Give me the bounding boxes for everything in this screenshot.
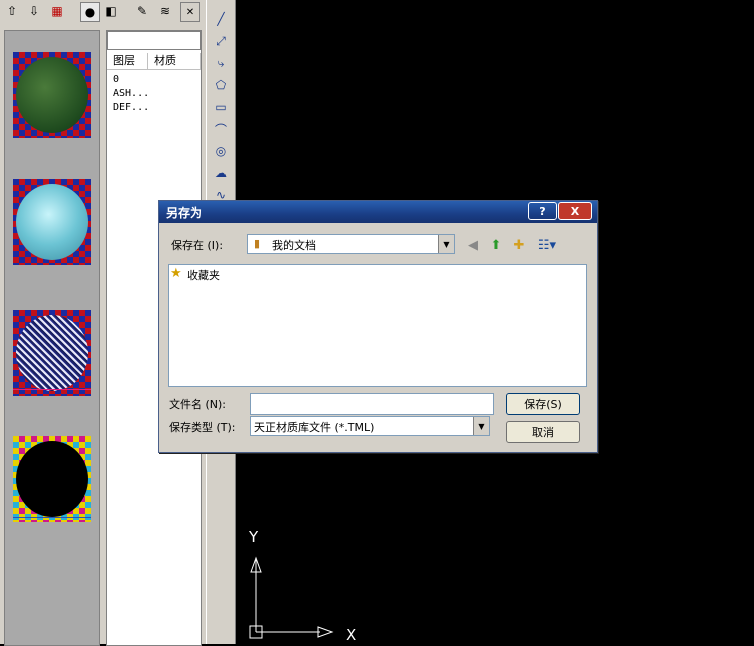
chevron-down-icon[interactable]: ▼ bbox=[473, 417, 489, 435]
column-header-material[interactable]: 材质 bbox=[148, 53, 201, 70]
pattern-sphere bbox=[16, 315, 88, 391]
filetype-dropdown[interactable]: 天正材质库文件 (*.TML) ▼ bbox=[250, 416, 490, 436]
list-item[interactable]: 0 bbox=[113, 73, 119, 87]
help-button[interactable]: ? bbox=[528, 202, 557, 220]
axis-x-label: X bbox=[346, 626, 357, 644]
eyedropper-icon[interactable]: ✎ bbox=[133, 2, 151, 20]
save-as-dialog: 另存为 ? X 保存在 (I): ▮ 我的文档 ▼ ◀ ⬆ ✚ ☷▾ ★ 收藏夹… bbox=[158, 200, 598, 453]
circle-icon[interactable]: ◎ bbox=[212, 142, 230, 160]
dialog-titlebar[interactable]: 另存为 ? X bbox=[159, 201, 597, 223]
list-item[interactable]: DEF... bbox=[113, 101, 149, 115]
polygon-icon[interactable]: ⬠ bbox=[212, 76, 230, 94]
separator bbox=[13, 389, 91, 390]
file-name: 收藏夹 bbox=[187, 269, 220, 282]
favorites-star-icon: ★ bbox=[170, 266, 182, 281]
back-icon[interactable]: ◀ bbox=[464, 236, 482, 254]
dialog-title: 另存为 bbox=[166, 206, 203, 220]
material-thumb-water[interactable] bbox=[13, 179, 91, 265]
chevron-down-icon[interactable]: ▼ bbox=[438, 235, 454, 253]
grass-sphere bbox=[16, 57, 88, 133]
filetype-label: 保存类型 (T): bbox=[169, 421, 236, 434]
new-folder-icon[interactable]: ✚ bbox=[510, 236, 528, 254]
material-thumb-pattern[interactable] bbox=[13, 310, 91, 396]
filetype-value: 天正材质库文件 (*.TML) bbox=[254, 421, 375, 434]
save-button[interactable]: 保存(S) bbox=[506, 393, 580, 415]
save-in-label: 保存在 (I): bbox=[171, 239, 224, 252]
black-sphere bbox=[16, 441, 88, 517]
filename-input[interactable] bbox=[250, 393, 494, 415]
water-sphere bbox=[16, 184, 88, 260]
cube-icon[interactable]: ◧ bbox=[102, 2, 120, 20]
material-preview-list bbox=[4, 30, 100, 646]
material-toolbar: ⇧ ⇩ ▦ ● ◧ ✎ ≋ ✕ bbox=[0, 0, 206, 22]
arc-icon[interactable]: ⌒ bbox=[212, 120, 230, 138]
line-icon[interactable]: ╱ bbox=[212, 10, 230, 28]
up-folder-icon[interactable]: ⬆ bbox=[487, 236, 505, 254]
axis-y-label: Y bbox=[249, 528, 259, 546]
separator bbox=[13, 517, 91, 518]
close-icon[interactable]: ✕ bbox=[180, 2, 200, 22]
sphere-icon[interactable]: ● bbox=[80, 2, 100, 22]
file-list[interactable]: ★ 收藏夹 bbox=[168, 264, 587, 387]
list-item[interactable]: ASH... bbox=[113, 87, 149, 101]
filename-label: 文件名 (N): bbox=[169, 398, 227, 411]
save-in-dropdown[interactable]: ▮ 我的文档 ▼ bbox=[247, 234, 455, 254]
save-in-value: 我的文档 bbox=[272, 239, 316, 252]
column-header-layer[interactable]: 图层 bbox=[107, 53, 148, 70]
layers-icon[interactable]: ≋ bbox=[156, 2, 174, 20]
arrow-up-icon[interactable]: ⇧ bbox=[3, 2, 21, 20]
grid-icon[interactable]: ▦ bbox=[48, 2, 66, 20]
close-button[interactable]: X bbox=[558, 202, 592, 220]
construction-line-icon[interactable]: ⤢ bbox=[212, 32, 230, 50]
cancel-button[interactable]: 取消 bbox=[506, 421, 580, 443]
documents-folder-icon: ▮ bbox=[254, 237, 261, 250]
material-thumb-black[interactable] bbox=[13, 436, 91, 522]
layer-search-input[interactable] bbox=[107, 31, 201, 50]
material-thumb-grass[interactable] bbox=[13, 52, 91, 138]
polyline-icon[interactable]: ⤷ bbox=[212, 54, 230, 72]
rectangle-icon[interactable]: ▭ bbox=[212, 98, 230, 116]
view-menu-icon[interactable]: ☷▾ bbox=[535, 236, 559, 254]
arrow-down-icon[interactable]: ⇩ bbox=[25, 2, 43, 20]
revcloud-icon[interactable]: ☁ bbox=[212, 164, 230, 182]
